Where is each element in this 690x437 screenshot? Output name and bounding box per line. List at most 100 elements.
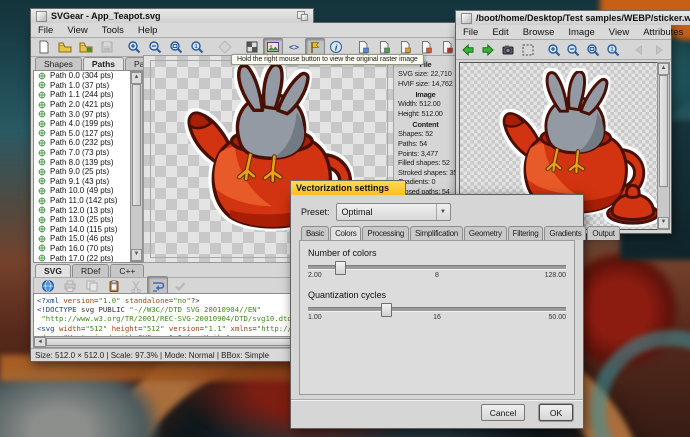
ok-button[interactable]: OK bbox=[539, 404, 573, 421]
close-icon[interactable] bbox=[36, 11, 47, 22]
zoom-in-button[interactable] bbox=[124, 38, 144, 57]
save-button[interactable] bbox=[97, 38, 117, 57]
preset-row: Preset: Optimal ▼ bbox=[301, 203, 451, 221]
path-list-item[interactable]: Path 15.0 (46 pts) bbox=[34, 234, 142, 244]
left-panel-tab-shapes[interactable]: Shapes bbox=[35, 57, 82, 70]
forward-button[interactable] bbox=[479, 40, 498, 59]
vectorize-icon bbox=[308, 40, 322, 54]
svgear-menu-help[interactable]: Help bbox=[131, 25, 165, 36]
path-list-item[interactable]: Path 9.1 (43 pts) bbox=[34, 177, 142, 187]
info-row: Width: 512.00 bbox=[394, 99, 457, 109]
quantization-cycles-slider[interactable] bbox=[308, 307, 566, 312]
zoom-original-button[interactable]: 1 bbox=[187, 38, 207, 57]
path-label: Path 12.0 (13 pts) bbox=[50, 206, 114, 215]
svgear-menu-tools[interactable]: Tools bbox=[95, 25, 131, 36]
dialog-tab-output[interactable]: Output bbox=[587, 226, 619, 240]
zoom-fit-button[interactable] bbox=[584, 40, 603, 59]
path-list-item[interactable]: Path 1.0 (37 pts) bbox=[34, 81, 142, 91]
svgear-menu-view[interactable]: View bbox=[60, 25, 94, 36]
path-list-item[interactable]: Path 11.0 (142 pts) bbox=[34, 196, 142, 206]
scroll-down-icon[interactable]: ▼ bbox=[131, 249, 142, 261]
path-label: Path 8.0 (139 pts) bbox=[50, 158, 114, 167]
path-list-item[interactable]: Path 14.0 (115 pts) bbox=[34, 225, 142, 235]
dialog-window-tab[interactable]: Vectorization settings bbox=[290, 180, 406, 195]
showimage-menu-attributes[interactable]: Attributes bbox=[636, 27, 690, 38]
path-list-scrollbar[interactable]: ▲ ▼ bbox=[130, 71, 143, 262]
dialog-tab-processing[interactable]: Processing bbox=[362, 226, 409, 240]
vectorization-settings-dialog: Preset: Optimal ▼ BasicColorsProcessingS… bbox=[290, 194, 584, 429]
zoom-window-icon[interactable] bbox=[297, 11, 308, 21]
number-of-colors-slider[interactable] bbox=[308, 265, 566, 270]
page-prev-icon bbox=[632, 43, 646, 57]
show-image-icon bbox=[266, 40, 280, 54]
new-document-button[interactable] bbox=[34, 38, 54, 57]
path-list-item[interactable]: Path 4.0 (199 pts) bbox=[34, 119, 142, 129]
zoom-original-button[interactable]: 1 bbox=[604, 40, 623, 59]
cancel-button[interactable]: Cancel bbox=[481, 404, 525, 421]
slider-scale: 2.00 8 128.00 bbox=[308, 272, 566, 281]
scroll-down-icon[interactable]: ▼ bbox=[658, 217, 669, 229]
showimage-window-tab[interactable]: /boot/home/Desktop/Test samples/WEBP/sti… bbox=[455, 10, 690, 25]
back-button[interactable] bbox=[459, 40, 478, 59]
path-list-item[interactable]: Path 8.0 (139 pts) bbox=[34, 157, 142, 167]
slider-label: Quantization cycles bbox=[308, 290, 386, 300]
dialog-tab-gradients[interactable]: Gradients bbox=[544, 226, 586, 240]
zoom-in-button[interactable] bbox=[544, 40, 563, 59]
scroll-up-icon[interactable]: ▲ bbox=[658, 63, 669, 75]
scrollbar-thumb[interactable] bbox=[659, 75, 668, 187]
scroll-left-icon[interactable]: ◄ bbox=[34, 337, 46, 347]
page-prev-button[interactable] bbox=[630, 40, 649, 59]
showimage-menu-image[interactable]: Image bbox=[561, 27, 601, 38]
dialog-tab-simplification[interactable]: Simplification bbox=[410, 226, 463, 240]
path-list-item[interactable]: Path 2.0 (421 pts) bbox=[34, 100, 142, 110]
scroll-up-icon[interactable]: ▲ bbox=[131, 72, 142, 84]
showimage-menu-view[interactable]: View bbox=[602, 27, 636, 38]
path-list-item[interactable]: Path 10.0 (49 pts) bbox=[34, 186, 142, 196]
path-list-item[interactable]: Path 1.1 (244 pts) bbox=[34, 90, 142, 100]
page-next-button[interactable] bbox=[649, 40, 668, 59]
dialog-tab-geometry[interactable]: Geometry bbox=[464, 226, 507, 240]
path-list-item[interactable]: Path 17.0 (22 pts) bbox=[34, 253, 142, 263]
path-label: Path 0.0 (304 pts) bbox=[50, 71, 114, 80]
path-list-item[interactable]: Path 7.0 (73 pts) bbox=[34, 148, 142, 158]
dialog-tab-basic[interactable]: Basic bbox=[301, 226, 329, 240]
scrollbar-thumb[interactable] bbox=[132, 84, 141, 206]
svgear-menu-file[interactable]: File bbox=[31, 25, 60, 36]
path-label: Path 4.0 (199 pts) bbox=[50, 119, 114, 128]
path-list-item[interactable]: Path 13.0 (25 pts) bbox=[34, 215, 142, 225]
dialog-tab-colors[interactable]: Colors bbox=[330, 226, 361, 241]
close-icon[interactable] bbox=[461, 13, 472, 24]
path-target-icon bbox=[38, 244, 46, 252]
open-image-button[interactable] bbox=[76, 38, 96, 57]
zoom-out-button[interactable] bbox=[145, 38, 165, 57]
info-section-header: Content bbox=[394, 120, 457, 129]
open-folder-button[interactable] bbox=[55, 38, 75, 57]
path-list[interactable]: Path 0.0 (304 pts)Path 1.0 (37 pts)Path … bbox=[33, 70, 143, 263]
zoom-fit-button[interactable] bbox=[166, 38, 186, 57]
path-list-item[interactable]: Path 3.0 (97 pts) bbox=[34, 109, 142, 119]
path-list-item[interactable]: Path 12.0 (13 pts) bbox=[34, 205, 142, 215]
apply-icon bbox=[173, 279, 187, 293]
path-target-icon bbox=[38, 206, 46, 214]
path-list-item[interactable]: Path 6.0 (232 pts) bbox=[34, 138, 142, 148]
path-list-item[interactable]: Path 9.0 (25 pts) bbox=[34, 167, 142, 177]
image-v-scrollbar[interactable]: ▲ ▼ bbox=[657, 62, 670, 230]
zoom-out-button[interactable] bbox=[564, 40, 583, 59]
path-list-item[interactable]: Path 16.0 (70 pts) bbox=[34, 244, 142, 254]
path-list-item[interactable]: Path 5.0 (127 pts) bbox=[34, 129, 142, 139]
open-folder-icon bbox=[58, 40, 72, 54]
slideshow-icon bbox=[501, 43, 515, 57]
selection-button[interactable] bbox=[518, 40, 537, 59]
svgear-window-tab[interactable]: SVGear - App_Teapot.svg bbox=[30, 8, 314, 23]
showimage-menu-edit[interactable]: Edit bbox=[485, 27, 515, 38]
showimage-menu-file[interactable]: File bbox=[456, 27, 485, 38]
left-panel-tab-paths[interactable]: Paths bbox=[83, 57, 124, 71]
showimage-menu-browse[interactable]: Browse bbox=[516, 27, 562, 38]
desktop: SVGear - App_Teapot.svg FileViewToolsHel… bbox=[0, 0, 690, 437]
path-target-icon bbox=[38, 168, 46, 176]
path-list-item[interactable]: Path 0.0 (304 pts) bbox=[34, 71, 142, 81]
dialog-tab-filtering[interactable]: Filtering bbox=[508, 226, 544, 240]
preset-dropdown[interactable]: Optimal ▼ bbox=[336, 203, 451, 221]
preset-value: Optimal bbox=[342, 207, 373, 217]
slideshow-button[interactable] bbox=[499, 40, 518, 59]
